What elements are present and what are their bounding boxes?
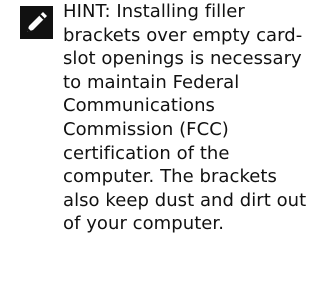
pencil-icon bbox=[20, 6, 53, 39]
hint-text: HINT: Installing filler brackets over em… bbox=[63, 1, 307, 235]
hint-note: HINT: Installing filler brackets over em… bbox=[6, 0, 335, 299]
